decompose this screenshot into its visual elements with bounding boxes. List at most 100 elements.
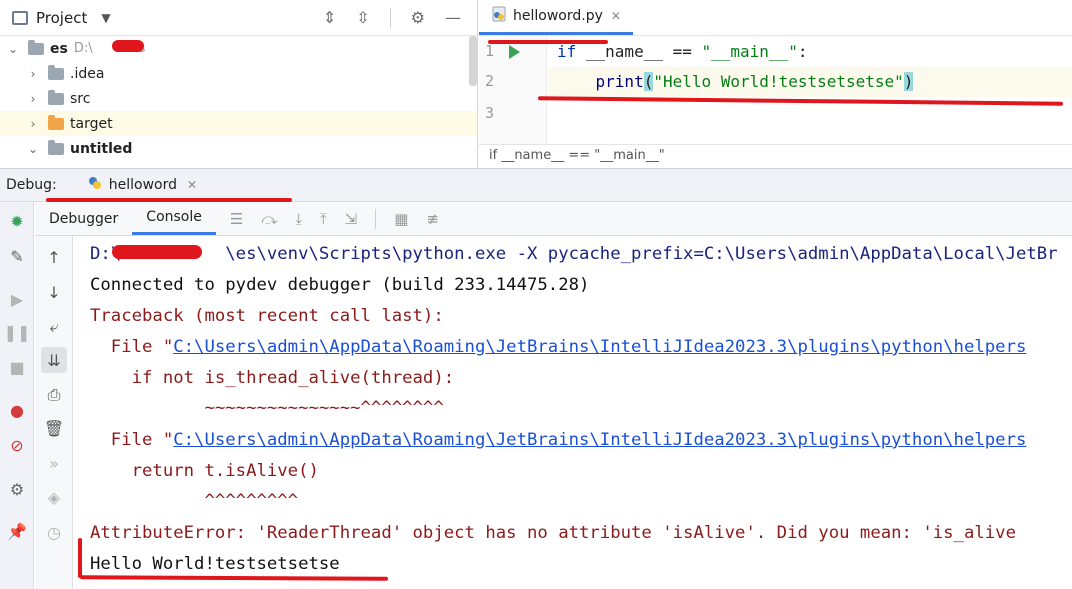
rerun-debug-icon[interactable]: ✹ [6, 210, 28, 232]
code-token: == [672, 42, 702, 61]
console-line: AttributeError: 'ReaderThread' object ha… [90, 523, 1016, 543]
chevron-down-icon[interactable]: ⌄ [6, 42, 20, 56]
gear-icon[interactable]: ⚙ [411, 8, 425, 27]
line-number: 3 [485, 104, 495, 122]
code-token: print [595, 72, 644, 91]
code-token: : [797, 42, 808, 61]
expand-all-icon[interactable]: ⇕ [323, 8, 336, 27]
console-line: D:\ \es\venv\Scripts\python.exe -X pycac… [90, 244, 1058, 264]
console-line: Connected to pydev debugger (build 233.1… [90, 275, 590, 295]
session-label: helloword [108, 177, 178, 193]
step-out-icon[interactable]: ⤒ [320, 210, 327, 228]
collapse-all-icon[interactable]: ⇳ [356, 8, 369, 27]
redaction-mark [112, 245, 202, 259]
mute-breakpoints-icon[interactable]: ⊘ [6, 434, 28, 456]
code-token: "__main__" [701, 42, 798, 61]
annotation-bracket [78, 538, 82, 578]
console-line: return t.isAlive() [90, 461, 319, 481]
debug-label: Debug: [6, 177, 57, 193]
code-area[interactable]: 1 2 3 if __name__ == "__main__": print("… [479, 36, 1072, 144]
run-icon[interactable] [509, 45, 520, 59]
gutter: 1 2 3 [479, 36, 547, 144]
view-breakpoints-icon[interactable]: ● [6, 399, 28, 421]
chevron-right-icon[interactable]: › [26, 67, 40, 81]
tree-item-src[interactable]: › src [0, 86, 477, 111]
editor-tabs: helloword.py ✕ [479, 0, 1072, 36]
trash-icon[interactable]: 🗑 [41, 415, 67, 441]
close-icon[interactable]: ✕ [187, 178, 197, 192]
python-module-icon [48, 139, 64, 155]
code-token: ( [643, 72, 654, 91]
up-arrow-icon[interactable]: ↑ [41, 244, 67, 270]
scroll-to-end-icon[interactable]: ⇊ [41, 347, 67, 373]
python-console-icon[interactable]: ◈ [41, 484, 67, 510]
tree-item-label: es [50, 40, 68, 57]
tab-helloword-session[interactable]: helloword ✕ [81, 169, 203, 201]
project-panel: Project ▼ ⇕ ⇳ ⚙ — ⌄ es D:\ es › .idea › [0, 0, 478, 168]
console-line: ^^^^^^^^^ [90, 491, 299, 511]
print-icon[interactable]: ⎙ [41, 382, 67, 408]
top-area: Project ▼ ⇕ ⇳ ⚙ — ⌄ es D:\ es › .idea › [0, 0, 1072, 168]
tree-item-idea[interactable]: › .idea [0, 61, 477, 86]
file-link[interactable]: C:\Users\admin\AppData\Roaming\JetBrains… [173, 430, 1026, 450]
code-token: __name__ [576, 42, 673, 61]
line-number: 1 [485, 42, 495, 60]
chevron-down-icon[interactable]: ⌄ [26, 142, 40, 156]
menu-icon[interactable]: ☰ [230, 210, 243, 228]
tree-item-label: untitled [70, 140, 133, 157]
trace-icon[interactable]: ≢ [426, 210, 439, 228]
console-line: ~~~~~~~~~~~~~~~^^^^^^^^ [90, 398, 444, 418]
tab-debugger[interactable]: Debugger [35, 202, 132, 235]
evaluate-icon[interactable]: ▦ [394, 210, 408, 228]
code-line-2: print("Hello World!testsetsetse") [548, 67, 1072, 97]
debug-header: Debug: helloword ✕ [0, 168, 1072, 202]
module-folder-icon [28, 39, 44, 55]
project-view-icon[interactable] [12, 10, 28, 25]
gear-icon[interactable]: ⚙ [6, 478, 28, 500]
resume-icon[interactable]: ▶ [6, 288, 28, 310]
breadcrumb[interactable]: if __name__ == "__main__" [479, 144, 1072, 168]
fast-forward-icon[interactable]: » [41, 450, 67, 476]
console-text: File " [90, 430, 174, 450]
settings-wrench-icon[interactable]: ✎ [6, 245, 28, 267]
step-into-icon[interactable]: ⤓ [295, 210, 302, 228]
chevron-right-icon[interactable]: › [26, 92, 40, 106]
tree-item-untitled[interactable]: ⌄ untitled [0, 136, 477, 161]
stop-icon[interactable]: ■ [6, 356, 28, 378]
console-text: File " [90, 337, 174, 357]
annotation-underline [46, 198, 292, 202]
tab-console[interactable]: Console [132, 202, 216, 235]
tree-item-label: src [70, 90, 91, 107]
tree-item-target[interactable]: › target [0, 111, 477, 136]
debug-subtabs: Debugger Console ☰ ⤼ ⤓ ⤒ ⇲ ▦ ≢ [35, 202, 1072, 236]
redaction-mark [112, 40, 144, 52]
pin-icon[interactable]: 📌 [6, 520, 28, 542]
code-token: "Hello World!testsetsetse" [653, 72, 904, 91]
project-title[interactable]: Project [36, 9, 87, 27]
hide-icon[interactable]: — [445, 8, 461, 27]
console-output[interactable]: D:\ \es\venv\Scripts\python.exe -X pycac… [74, 236, 1072, 589]
soft-wrap-icon[interactable]: ⤶ [41, 314, 67, 340]
annotation-underline [488, 40, 608, 44]
down-arrow-icon[interactable]: ↓ [41, 279, 67, 305]
tree-item-es[interactable]: ⌄ es D:\ es [0, 36, 477, 61]
pause-icon[interactable]: ❚❚ [4, 321, 31, 343]
folder-icon [48, 64, 64, 80]
python-icon [87, 175, 103, 195]
tab-helloword-py[interactable]: helloword.py ✕ [479, 0, 633, 35]
run-to-cursor-icon[interactable]: ⇲ [345, 210, 358, 228]
step-over-icon[interactable]: ⤼ [261, 210, 277, 228]
chevron-right-icon[interactable]: › [26, 117, 40, 131]
scrollbar[interactable] [469, 36, 477, 86]
toolbar-divider [375, 208, 377, 229]
close-icon[interactable]: ✕ [611, 9, 621, 23]
subtab-toolbar: ☰ ⤼ ⤓ ⤒ ⇲ ▦ ≢ [216, 202, 439, 235]
chevron-down-icon[interactable]: ▼ [101, 11, 110, 25]
console-line: Hello World!testsetsetse [90, 554, 340, 574]
tree-item-label: .idea [70, 65, 105, 82]
line-number: 2 [485, 72, 495, 90]
file-link[interactable]: C:\Users\admin\AppData\Roaming\JetBrains… [173, 337, 1026, 357]
python-file-icon [491, 6, 507, 26]
clock-icon[interactable]: ◷ [41, 519, 67, 545]
console-line-traceback-file: File "C:\Users\admin\AppData\Roaming\Jet… [90, 426, 1027, 454]
